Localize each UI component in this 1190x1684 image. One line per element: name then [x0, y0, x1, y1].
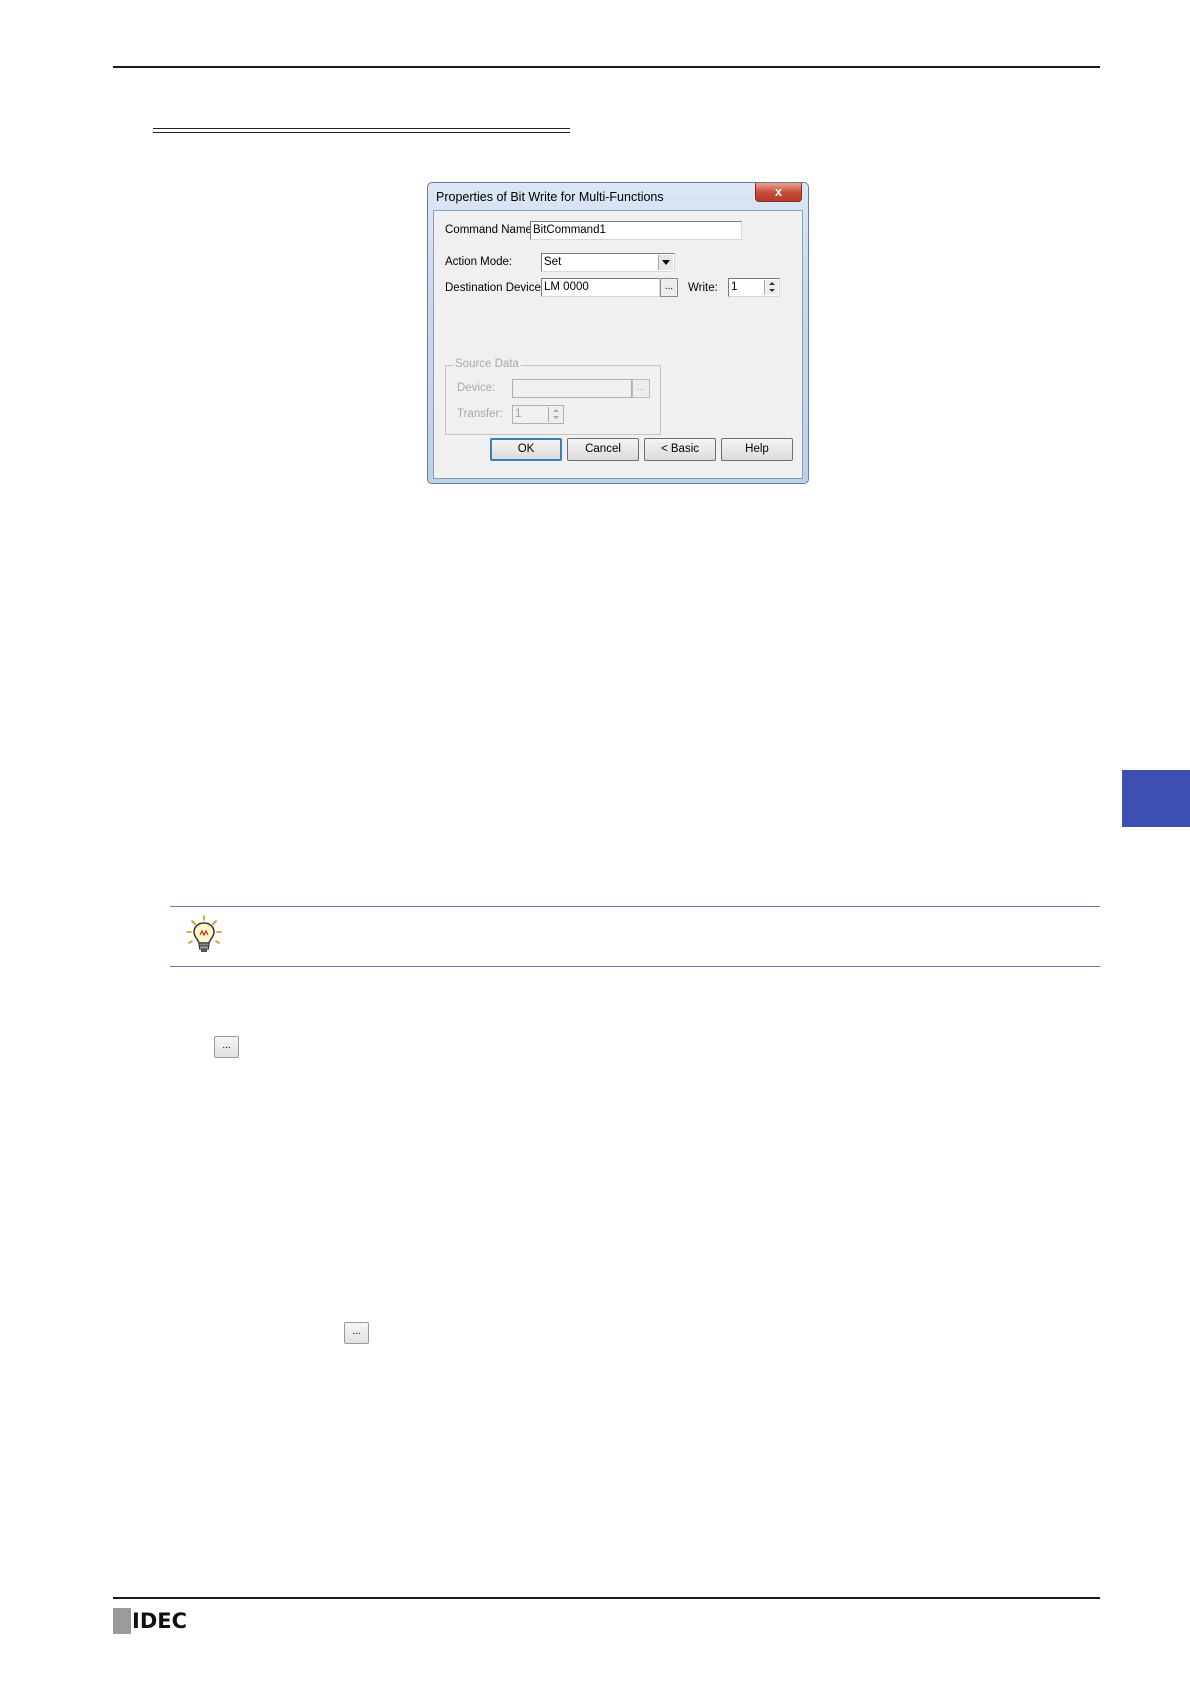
destination-device-input[interactable]: LM 0000 [541, 278, 660, 297]
source-data-group-label: Source Data [453, 358, 521, 370]
destination-device-label: Destination Device: [445, 282, 545, 294]
section-heading-rule-lower [153, 132, 570, 133]
spin-arrows-icon[interactable] [548, 407, 562, 422]
transfer-label: Transfer: [457, 408, 503, 420]
write-value: 1 [731, 281, 738, 293]
transfer-value: 1 [515, 408, 522, 420]
close-button[interactable]: x [755, 183, 802, 202]
write-label: Write: [688, 282, 718, 294]
tip-box-top-rule [170, 906, 1100, 907]
source-device-browse-button[interactable]: ... [632, 379, 650, 398]
lightbulb-icon [184, 914, 224, 956]
source-device-label: Device: [457, 382, 496, 394]
bit-write-properties-dialog: Properties of Bit Write for Multi-Functi… [427, 182, 809, 484]
help-button[interactable]: Help [721, 438, 793, 461]
footer-rule [113, 1597, 1100, 1599]
dialog-client-area: Command Name: BitCommand1 Action Mode: S… [433, 210, 803, 479]
idec-logo: IDEC [113, 1608, 187, 1634]
transfer-stepper[interactable]: 1 [512, 405, 564, 424]
ok-button[interactable]: OK [490, 438, 562, 461]
action-mode-label: Action Mode: [445, 256, 513, 268]
ellipsis-button-inline-2: ... [344, 1322, 369, 1344]
write-stepper[interactable]: 1 [728, 278, 780, 297]
logo-text: IDEC [132, 1609, 188, 1633]
action-mode-value: Set [544, 256, 562, 268]
source-data-group: Source Data Device: ... Transfer: 1 [445, 358, 661, 435]
chapter-side-tab [1122, 770, 1190, 827]
action-mode-select[interactable]: Set [541, 253, 675, 272]
logo-mark [113, 1608, 131, 1634]
header-rule [113, 66, 1100, 68]
destination-device-browse-button[interactable]: ... [660, 278, 678, 297]
spin-arrows-icon[interactable] [764, 280, 778, 295]
section-heading-rule [153, 128, 570, 129]
ellipsis-button-inline-1: ... [214, 1036, 239, 1058]
tip-box-bottom-rule [170, 966, 1100, 967]
command-name-input[interactable]: BitCommand1 [530, 221, 742, 240]
dialog-title: Properties of Bit Write for Multi-Functi… [436, 190, 664, 204]
cancel-button[interactable]: Cancel [567, 438, 639, 461]
basic-button[interactable]: < Basic [644, 438, 716, 461]
source-device-input[interactable] [512, 379, 632, 398]
command-name-label: Command Name: [445, 224, 536, 236]
chevron-down-icon[interactable] [658, 255, 673, 270]
